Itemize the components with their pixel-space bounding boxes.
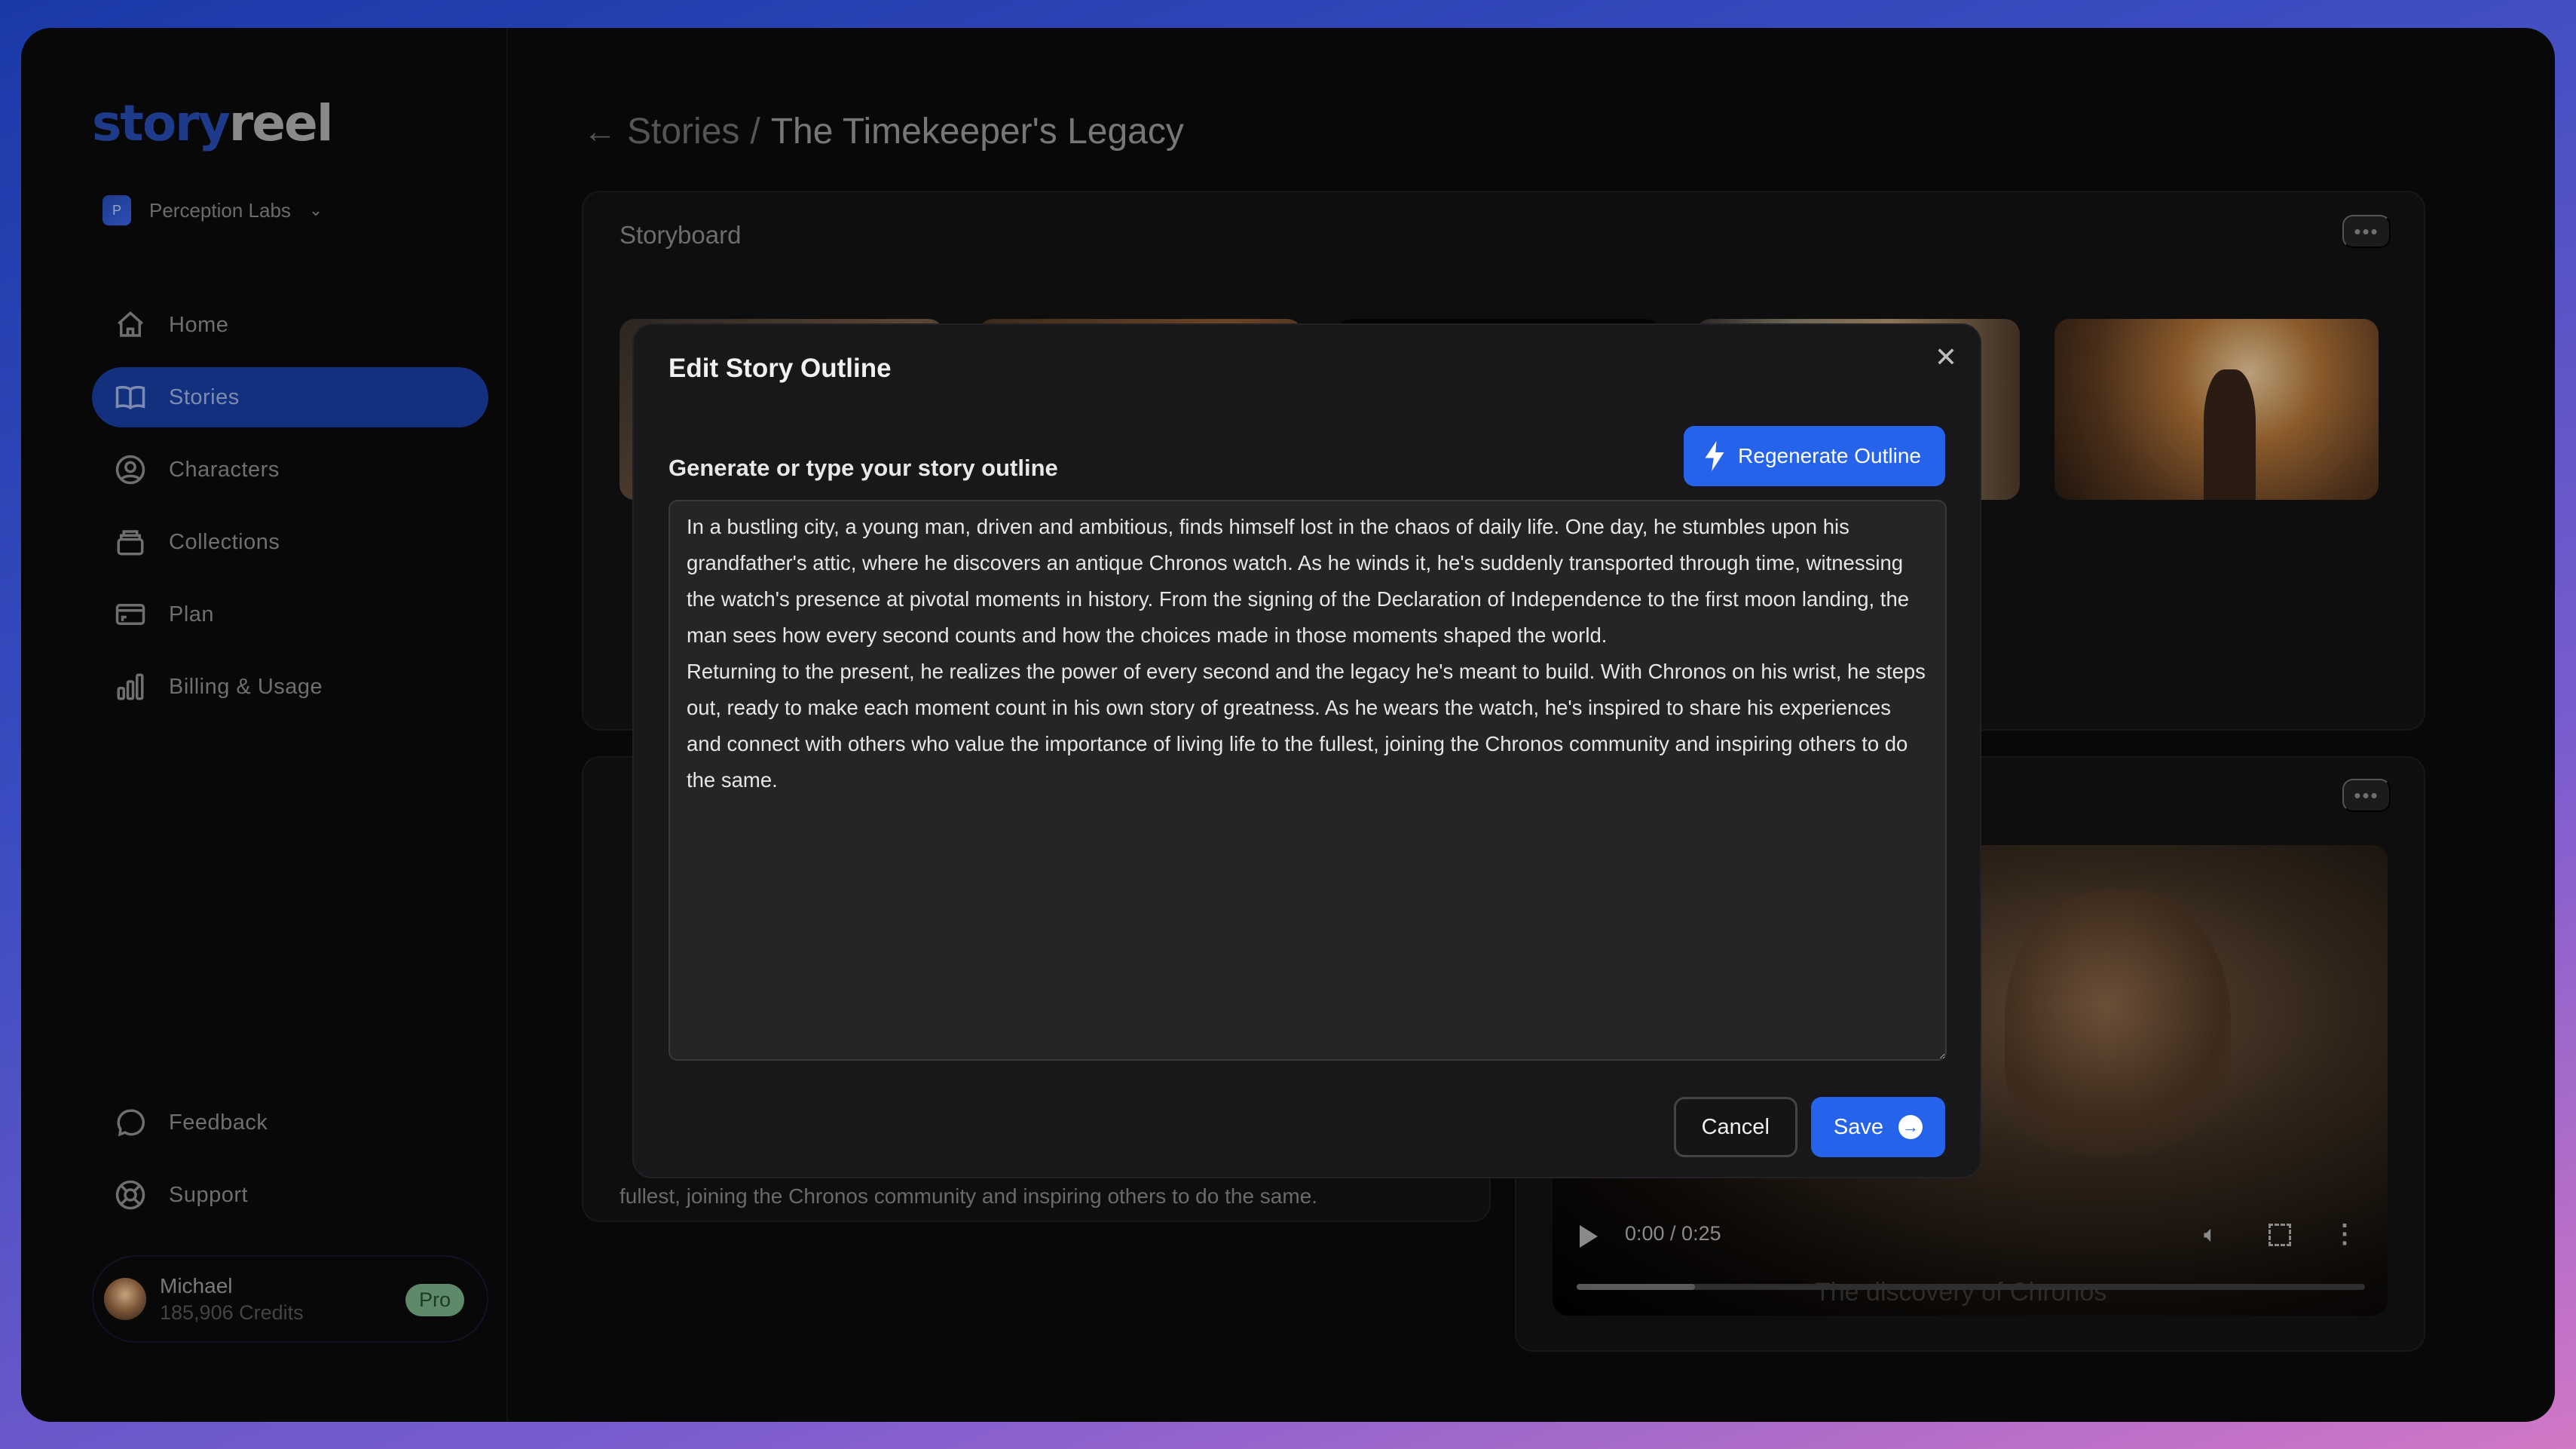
sidebar-item-support[interactable]: Support xyxy=(92,1165,488,1225)
fullscreen-icon[interactable] xyxy=(2269,1224,2291,1246)
storyboard-menu-button[interactable]: ••• xyxy=(2342,215,2391,248)
arrow-left-icon[interactable]: ← xyxy=(583,113,616,151)
page-title: The Timekeeper's Legacy xyxy=(770,112,1184,152)
chat-bubble-icon xyxy=(117,1109,145,1137)
close-icon[interactable]: ✕ xyxy=(1935,342,1957,373)
edit-story-outline-modal: Edit Story Outline ✕ Generate or type yo… xyxy=(632,323,1981,1178)
home-icon xyxy=(118,311,143,337)
modal-footer: Cancel Save → xyxy=(1673,1097,1945,1157)
arrow-right-circle-icon: → xyxy=(1898,1115,1923,1139)
save-label: Save xyxy=(1833,1114,1883,1139)
plan-badge: Pro xyxy=(405,1284,464,1316)
sidebar-item-stories[interactable]: Stories xyxy=(92,367,488,427)
sidebar-item-label: Support xyxy=(169,1182,249,1207)
breadcrumb-stories-link[interactable]: Stories xyxy=(627,111,739,152)
user-circle-icon xyxy=(115,455,145,485)
sidebar-nav: Home Stories Characters Collections Plan… xyxy=(92,295,488,729)
sidebar-item-label: Feedback xyxy=(169,1110,268,1135)
app-window: storyreel P Perception Labs ⌄ Home Stori… xyxy=(21,28,2555,1422)
storyboard-thumbnail[interactable] xyxy=(2054,319,2379,500)
sidebar-item-feedback[interactable]: Feedback xyxy=(92,1092,488,1153)
stack-icon xyxy=(117,530,144,556)
video-caption: The discovery of Chronos xyxy=(1815,1278,2107,1307)
org-switcher[interactable]: P Perception Labs ⌄ xyxy=(102,195,323,225)
video-menu-button[interactable]: ••• xyxy=(2342,779,2391,812)
user-info: Michael 185,906 Credits xyxy=(160,1274,304,1325)
logo-part-reel: reel xyxy=(228,94,334,152)
sidebar-item-label: Plan xyxy=(169,602,215,626)
sidebar-item-label: Billing & Usage xyxy=(169,674,323,699)
sidebar-bottom-nav: Feedback Support xyxy=(92,1092,488,1237)
outline-field-label: Generate or type your story outline xyxy=(668,455,1058,481)
book-open-icon xyxy=(115,385,145,410)
breadcrumb: ← Stories / The Timekeeper's Legacy xyxy=(583,111,1184,152)
chevron-down-icon: ⌄ xyxy=(308,201,323,219)
sidebar-item-billing-usage[interactable]: Billing & Usage xyxy=(92,657,488,717)
user-profile-card[interactable]: Michael 185,906 Credits Pro xyxy=(92,1255,488,1343)
avatar xyxy=(104,1278,146,1320)
logo-part-story: story xyxy=(92,94,231,152)
modal-title: Edit Story Outline xyxy=(668,354,892,383)
regenerate-outline-button[interactable]: Regenerate Outline xyxy=(1684,426,1945,486)
org-name: Perception Labs xyxy=(149,198,291,222)
lightning-icon xyxy=(1705,441,1724,471)
storyreel-logo[interactable]: storyreel xyxy=(92,94,334,152)
save-button[interactable]: Save → xyxy=(1810,1097,1945,1157)
sidebar-item-plan[interactable]: Plan xyxy=(92,584,488,645)
more-vertical-icon[interactable]: ⋮ xyxy=(2332,1219,2357,1249)
video-frame xyxy=(2005,890,2231,1177)
credit-card-icon xyxy=(115,604,145,625)
user-name: Michael xyxy=(160,1273,233,1297)
outline-textarea[interactable]: In a bustling city, a young man, driven … xyxy=(668,500,1947,1061)
sidebar-item-label: Home xyxy=(169,312,229,337)
sidebar-item-characters[interactable]: Characters xyxy=(92,440,488,500)
ellipsis-icon: ••• xyxy=(2354,783,2379,807)
video-progress-fill xyxy=(1577,1284,1695,1290)
regenerate-outline-label: Regenerate Outline xyxy=(1738,444,1921,467)
video-progress-bar[interactable] xyxy=(1577,1284,2365,1290)
cancel-button[interactable]: Cancel xyxy=(1673,1097,1797,1157)
breadcrumb-separator: / xyxy=(750,112,760,152)
video-time: 0:00 / 0:25 xyxy=(1625,1222,1721,1245)
play-icon[interactable] xyxy=(1580,1225,1598,1248)
lifebuoy-icon xyxy=(115,1180,145,1210)
volume-icon[interactable]: 🔈︎ xyxy=(2204,1222,2217,1248)
sidebar-item-collections[interactable]: Collections xyxy=(92,512,488,572)
sidebar-item-home[interactable]: Home xyxy=(92,295,488,355)
ellipsis-icon: ••• xyxy=(2354,219,2379,243)
bar-chart-icon xyxy=(117,673,144,700)
sidebar-item-label: Collections xyxy=(169,529,280,554)
user-credits: 185,906 Credits xyxy=(160,1300,304,1324)
sidebar-item-label: Characters xyxy=(169,457,280,482)
sidebar: storyreel P Perception Labs ⌄ Home Stori… xyxy=(21,28,508,1422)
outline-text-preview: fullest, joining the Chronos community a… xyxy=(620,1184,1318,1208)
video-controls: 0:00 / 0:25 The discovery of Chronos 🔈︎ … xyxy=(1553,1202,2388,1316)
storyboard-title: Storyboard xyxy=(620,221,742,249)
org-avatar: P xyxy=(102,195,131,225)
sidebar-item-label: Stories xyxy=(169,384,240,409)
